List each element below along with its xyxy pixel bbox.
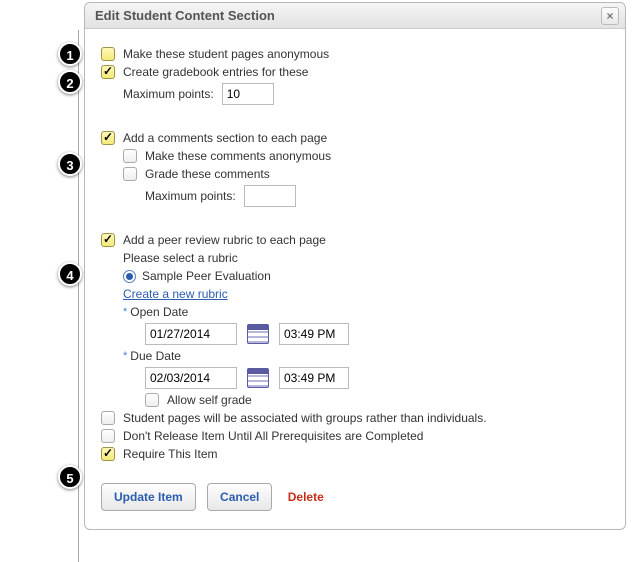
cancel-button[interactable]: Cancel [207, 483, 272, 511]
rubric-option-radio[interactable] [123, 270, 136, 283]
create-gradebook-label: Create gradebook entries for these [123, 65, 308, 79]
comments-max-points-input[interactable] [244, 185, 296, 207]
add-peer-review-checkbox[interactable] [101, 233, 115, 247]
require-item-checkbox[interactable] [101, 447, 115, 461]
required-star: * [123, 350, 127, 362]
badge-5: 5 [58, 465, 82, 489]
open-time-input[interactable] [279, 323, 349, 345]
due-time-input[interactable] [279, 367, 349, 389]
open-date-input[interactable] [145, 323, 237, 345]
allow-self-grade-checkbox[interactable] [145, 393, 159, 407]
badge-1: 1 [58, 42, 82, 66]
edit-student-content-dialog: Edit Student Content Section × Make thes… [84, 2, 626, 530]
calendar-icon[interactable] [247, 324, 269, 344]
group-pages-label: Student pages will be associated with gr… [123, 411, 487, 425]
open-date-label: Open Date [130, 305, 188, 319]
due-date-label: Due Date [130, 349, 181, 363]
rubric-option-label: Sample Peer Evaluation [142, 269, 271, 283]
group-pages-checkbox[interactable] [101, 411, 115, 425]
close-icon[interactable]: × [601, 7, 619, 25]
require-item-label: Require This Item [123, 447, 217, 461]
anon-comments-checkbox[interactable] [123, 149, 137, 163]
delete-button[interactable]: Delete [284, 484, 328, 510]
grade-comments-checkbox[interactable] [123, 167, 137, 181]
dialog-title-text: Edit Student Content Section [95, 8, 275, 23]
add-comments-label: Add a comments section to each page [123, 131, 327, 145]
gradebook-max-points-input[interactable] [222, 83, 274, 105]
update-item-button[interactable]: Update Item [101, 483, 196, 511]
due-date-input[interactable] [145, 367, 237, 389]
create-gradebook-checkbox[interactable] [101, 65, 115, 79]
required-star: * [123, 306, 127, 318]
calendar-icon[interactable] [247, 368, 269, 388]
dialog-title-bar: Edit Student Content Section × [85, 3, 625, 29]
anonymous-pages-label: Make these student pages anonymous [123, 47, 329, 61]
anon-comments-label: Make these comments anonymous [145, 149, 331, 163]
allow-self-grade-label: Allow self grade [167, 393, 252, 407]
badge-3: 3 [58, 152, 82, 176]
prereq-checkbox[interactable] [101, 429, 115, 443]
select-rubric-label: Please select a rubric [123, 251, 238, 265]
comments-max-points-label: Maximum points: [145, 189, 236, 203]
add-comments-checkbox[interactable] [101, 131, 115, 145]
prereq-label: Don't Release Item Until All Prerequisit… [123, 429, 423, 443]
create-new-rubric-link[interactable]: Create a new rubric [123, 287, 228, 301]
badge-2: 2 [58, 70, 82, 94]
add-peer-review-label: Add a peer review rubric to each page [123, 233, 326, 247]
badge-4: 4 [58, 262, 82, 286]
gradebook-max-points-label: Maximum points: [123, 87, 214, 101]
anonymous-pages-checkbox[interactable] [101, 47, 115, 61]
grade-comments-label: Grade these comments [145, 167, 270, 181]
